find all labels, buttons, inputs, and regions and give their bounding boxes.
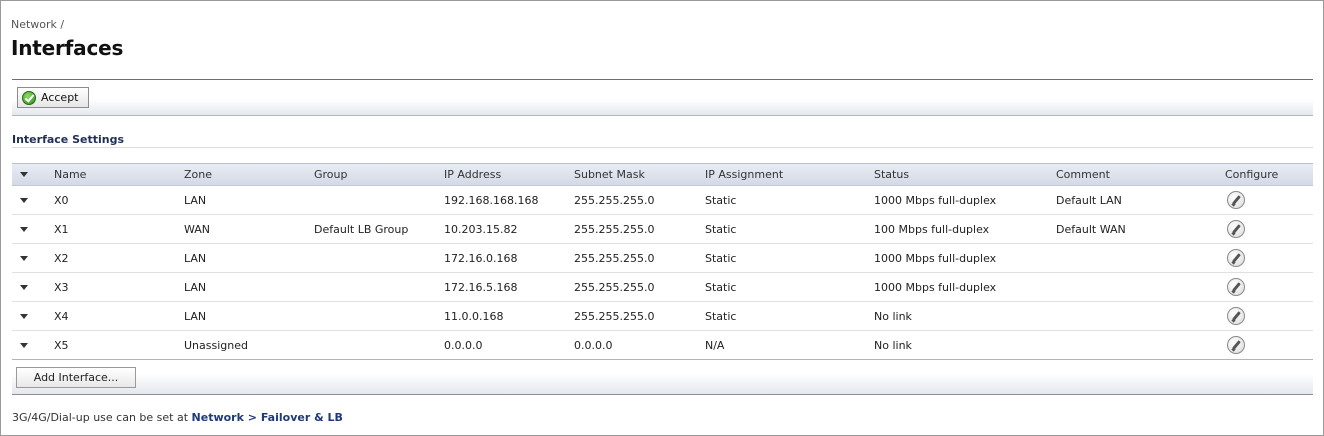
chevron-down-icon — [20, 342, 28, 348]
cell-assign: Static — [705, 222, 737, 236]
page-title: Interfaces — [11, 36, 124, 60]
table-footer: Add Interface... — [12, 359, 1313, 395]
cell-status: No link — [874, 338, 912, 352]
column-header-zone[interactable]: Zone — [184, 164, 212, 185]
table-row: X3 LAN 172.16.5.168 255.255.255.0 Static… — [12, 273, 1313, 302]
configure-button[interactable] — [1227, 215, 1245, 243]
failover-lb-link[interactable]: Failover & LB — [261, 411, 343, 424]
configure-button[interactable] — [1227, 302, 1245, 330]
column-header-name[interactable]: Name — [54, 164, 86, 185]
cell-mask: 255.255.255.0 — [574, 309, 655, 323]
interfaces-table: Name Zone Group IP Address Subnet Mask I… — [12, 163, 1313, 360]
cell-name: X5 — [54, 338, 69, 352]
cell-name: X2 — [54, 251, 69, 265]
cell-name: X0 — [54, 193, 69, 207]
chevron-down-icon — [20, 197, 28, 203]
cell-ip: 192.168.168.168 — [444, 193, 539, 207]
accept-button-label: Accept — [41, 91, 79, 104]
cell-ip: 0.0.0.0 — [444, 338, 483, 352]
cell-comment: Default WAN — [1056, 222, 1126, 236]
add-interface-button[interactable]: Add Interface... — [16, 367, 136, 388]
cell-ip: 11.0.0.168 — [444, 309, 504, 323]
cell-assign: Static — [705, 251, 737, 265]
cell-mask: 0.0.0.0 — [574, 338, 613, 352]
cell-zone: LAN — [184, 309, 207, 323]
row-expand-toggle[interactable] — [20, 273, 28, 301]
cell-status: No link — [874, 309, 912, 323]
cell-mask: 255.255.255.0 — [574, 280, 655, 294]
cell-group: Default LB Group — [314, 222, 409, 236]
configure-button[interactable] — [1227, 186, 1245, 214]
cell-assign: Static — [705, 193, 737, 207]
row-expand-toggle[interactable] — [20, 244, 28, 272]
table-header: Name Zone Group IP Address Subnet Mask I… — [12, 163, 1313, 186]
column-header-assign[interactable]: IP Assignment — [705, 164, 783, 185]
configure-button[interactable] — [1227, 244, 1245, 272]
cell-status: 1000 Mbps full-duplex — [874, 251, 997, 265]
cell-zone: LAN — [184, 251, 207, 265]
check-icon — [22, 90, 36, 105]
cell-status: 100 Mbps full-duplex — [874, 222, 990, 236]
cell-zone: LAN — [184, 193, 207, 207]
toolbar: Accept — [12, 79, 1313, 116]
note-text: 3G/4G/Dial-up use can be set at — [12, 411, 192, 424]
cell-name: X3 — [54, 280, 69, 294]
link-separator: > — [243, 411, 261, 424]
chevron-down-icon — [20, 226, 28, 232]
column-header-mask[interactable]: Subnet Mask — [574, 164, 645, 185]
table-row: X4 LAN 11.0.0.168 255.255.255.0 Static N… — [12, 302, 1313, 331]
cell-assign: N/A — [705, 338, 725, 352]
divider — [12, 147, 1313, 148]
cell-mask: 255.255.255.0 — [574, 193, 655, 207]
cell-mask: 255.255.255.0 — [574, 251, 655, 265]
chevron-down-icon — [20, 255, 28, 261]
table-row: X5 Unassigned 0.0.0.0 0.0.0.0 N/A No lin… — [12, 331, 1313, 360]
table-row: X0 LAN 192.168.168.168 255.255.255.0 Sta… — [12, 186, 1313, 215]
cell-assign: Static — [705, 280, 737, 294]
chevron-down-icon — [20, 284, 28, 290]
configure-button[interactable] — [1227, 273, 1245, 301]
footer-note: 3G/4G/Dial-up use can be set at Network … — [12, 411, 343, 424]
cell-ip: 10.203.15.82 — [444, 222, 518, 236]
chevron-down-icon — [20, 172, 28, 177]
cell-name: X1 — [54, 222, 69, 236]
edit-icon — [1227, 336, 1245, 354]
column-header-comment[interactable]: Comment — [1056, 164, 1110, 185]
cell-zone: WAN — [184, 222, 211, 236]
chevron-down-icon — [20, 313, 28, 319]
network-link[interactable]: Network — [192, 411, 244, 424]
column-header-status[interactable]: Status — [874, 164, 909, 185]
row-expand-toggle[interactable] — [20, 331, 28, 359]
row-expand-toggle[interactable] — [20, 215, 28, 243]
column-header-group[interactable]: Group — [314, 164, 348, 185]
edit-icon — [1227, 191, 1245, 209]
column-header-configure: Configure — [1225, 168, 1279, 181]
row-expand-toggle[interactable] — [20, 186, 28, 214]
table-row: X2 LAN 172.16.0.168 255.255.255.0 Static… — [12, 244, 1313, 273]
cell-status: 1000 Mbps full-duplex — [874, 280, 997, 294]
edit-icon — [1227, 249, 1245, 267]
cell-zone: LAN — [184, 280, 207, 294]
cell-ip: 172.16.5.168 — [444, 280, 518, 294]
cell-assign: Static — [705, 309, 737, 323]
section-heading: Interface Settings — [12, 133, 125, 146]
edit-icon — [1227, 307, 1245, 325]
accept-button[interactable]: Accept — [17, 87, 89, 108]
cell-zone: Unassigned — [184, 338, 248, 352]
breadcrumb: Network / — [11, 18, 65, 31]
cell-status: 1000 Mbps full-duplex — [874, 193, 997, 207]
cell-name: X4 — [54, 309, 69, 323]
cell-comment: Default LAN — [1056, 193, 1122, 207]
edit-icon — [1227, 278, 1245, 296]
expand-all-toggle[interactable] — [20, 164, 28, 185]
cell-ip: 172.16.0.168 — [444, 251, 518, 265]
edit-icon — [1227, 220, 1245, 238]
cell-mask: 255.255.255.0 — [574, 222, 655, 236]
row-expand-toggle[interactable] — [20, 302, 28, 330]
table-row: X1 WAN Default LB Group 10.203.15.82 255… — [12, 215, 1313, 244]
column-header-ip[interactable]: IP Address — [444, 164, 501, 185]
configure-button[interactable] — [1227, 331, 1245, 359]
